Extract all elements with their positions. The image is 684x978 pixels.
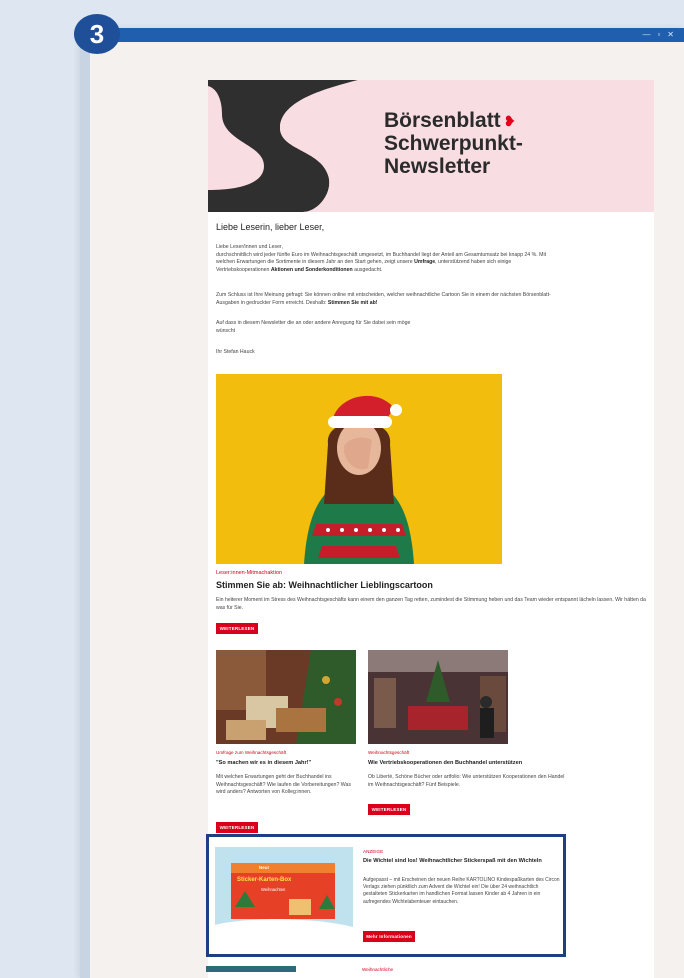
highlighted-ad-block: Neu! Sticker-Karten-Box Weihnachten ANZE… xyxy=(206,834,566,957)
right-article-title[interactable]: Wie Vertriebskooperationen den Buchhande… xyxy=(368,760,522,766)
feature-text: Ein heiterer Moment im Stress des Weihna… xyxy=(216,597,646,611)
step-number-badge: 3 xyxy=(74,14,120,54)
intro-text-3: ausgedacht. xyxy=(354,266,383,273)
feature-read-more-button[interactable]: WEITERLESEN xyxy=(216,623,258,634)
next-article-kicker: Weihnachtliche xyxy=(362,967,394,972)
left-article-kicker: Umfrage zum Weihnachtsgeschäft xyxy=(216,750,287,755)
feature-kicker: Leser:innen-Mitmachaktion xyxy=(216,570,283,576)
sticker-box-label-3: Weihnachten xyxy=(261,887,286,892)
christmas-woman-photo[interactable] xyxy=(216,374,502,564)
right-article-read-more-button[interactable]: WEITERLESEN xyxy=(368,804,410,815)
ad-title[interactable]: Die Wichtel sind los! Weihnachtlicher St… xyxy=(363,858,559,865)
bookstore-interior-photo[interactable] xyxy=(368,650,508,744)
ad-text: Aufgepasst – mit Erscheinen der neuen Re… xyxy=(363,877,560,905)
intro-text-4: Zum Schluss ist Ihre Meinung gefragt: Si… xyxy=(216,292,551,306)
sticker-box-label-1: Neu! xyxy=(259,865,269,870)
left-article-read-more-button[interactable]: WEITERLESEN xyxy=(216,822,258,833)
intro-paragraph-1: Liebe Leser/innen und Leser, durchschnit… xyxy=(216,244,556,274)
boersenblatt-s-logo xyxy=(208,80,378,212)
window-titlebar: — ▫ ✕ xyxy=(90,28,684,42)
signature: Ihr Stefan Hauck xyxy=(216,349,255,355)
sticker-box-label-2: Sticker-Karten-Box xyxy=(237,877,292,883)
maximize-icon[interactable]: ▫ xyxy=(657,29,660,41)
right-article-text: Ob Libertè, Schöne Bücher oder artfolio:… xyxy=(368,774,565,788)
christmas-display-photo[interactable] xyxy=(216,650,356,744)
intro-paragraph-3: Auf dass in diesem Newsletter die an ode… xyxy=(216,320,556,335)
intro-text-5: Auf dass in diesem Newsletter die an ode… xyxy=(216,320,411,326)
ad-more-info-button[interactable]: Mehr Informationen xyxy=(363,931,415,942)
newsletter-header-banner: Börsenblatt ❥ Schwerpunkt- Newsletter xyxy=(208,80,654,212)
left-article-title[interactable]: "So machen wir es in diesem Jahr!" xyxy=(216,760,311,766)
heart-logo-icon: ❥ xyxy=(503,113,516,129)
brand-line-1: Börsenblatt xyxy=(384,109,501,132)
sticker-box-product-image[interactable]: Neu! Sticker-Karten-Box Weihnachten xyxy=(215,847,353,945)
survey-link[interactable]: Umfrage xyxy=(414,259,435,265)
vote-link[interactable]: Stimmen Sie mit ab! xyxy=(328,300,378,306)
intro-text-6: wünscht xyxy=(216,327,236,334)
brand-line-2: Schwerpunkt- xyxy=(384,132,523,155)
window-controls: — ▫ ✕ xyxy=(642,29,674,41)
intro-paragraph-2: Zum Schluss ist Ihre Meinung gefragt: Si… xyxy=(216,292,556,307)
offers-link[interactable]: Aktionen und Sonderkonditionen xyxy=(271,267,353,273)
next-article-image-strip xyxy=(206,966,296,972)
minimize-icon[interactable]: — xyxy=(642,29,650,41)
intro-salutation: Liebe Leser/innen und Leser, xyxy=(216,244,283,250)
greeting: Liebe Leserin, lieber Leser, xyxy=(216,222,325,232)
brand-title: Börsenblatt ❥ Schwerpunkt- Newsletter xyxy=(384,109,523,179)
left-article-text: Mit welchen Erwartungen geht der Buchhan… xyxy=(216,774,351,796)
brand-line-3: Newsletter xyxy=(384,155,491,178)
close-icon[interactable]: ✕ xyxy=(667,29,674,41)
feature-title[interactable]: Stimmen Sie ab: Weihnachtlicher Liebling… xyxy=(216,580,433,590)
right-article-kicker: Weihnachtsgeschäft xyxy=(368,750,410,755)
ad-kicker: ANZEIGE xyxy=(363,849,384,854)
